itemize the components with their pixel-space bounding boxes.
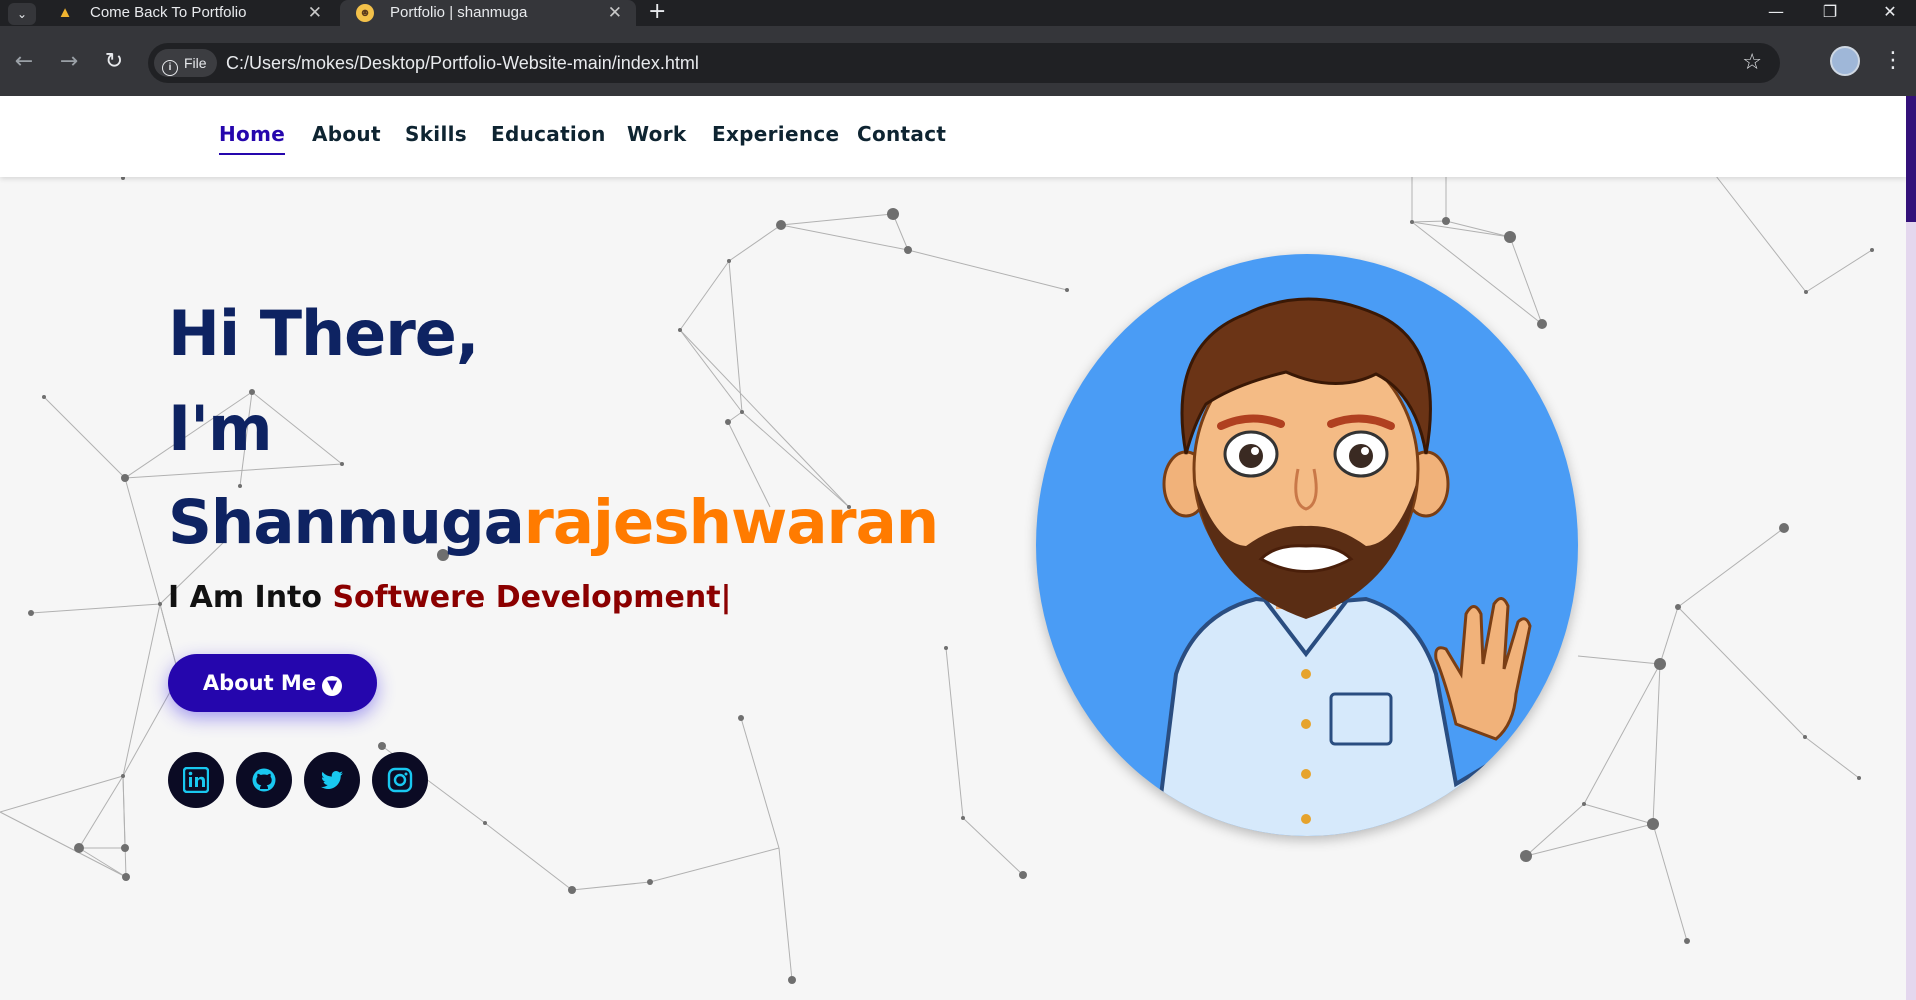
profile-avatar[interactable] bbox=[1830, 46, 1860, 76]
site-navbar: Home About Skills Education Work Experie… bbox=[0, 96, 1906, 177]
github-icon bbox=[252, 768, 276, 792]
file-chip-label: File bbox=[184, 55, 207, 71]
name-second: rajeshwaran bbox=[523, 487, 939, 558]
nav-link-work[interactable]: Work bbox=[627, 122, 686, 146]
about-me-button[interactable]: About Me ▼ bbox=[168, 654, 377, 712]
nav-link-education[interactable]: Education bbox=[491, 122, 606, 146]
tab-title: Come Back To Portfolio bbox=[90, 4, 247, 21]
browser-tab[interactable]: ▲ Come Back To Portfolio ✕ bbox=[40, 0, 336, 26]
role-prefix: I Am Into bbox=[168, 580, 322, 615]
page-scrollbar-thumb[interactable] bbox=[1906, 96, 1916, 222]
tab-search-chevron-icon[interactable]: ⌄ bbox=[8, 3, 36, 25]
greeting-heading: Hi There, bbox=[168, 297, 479, 370]
tab-title: Portfolio | shanmuga bbox=[390, 4, 528, 21]
page-viewport: Home About Skills Education Work Experie… bbox=[0, 96, 1906, 1000]
window-close-icon[interactable]: ✕ bbox=[1870, 0, 1910, 26]
browser-toolbar: ← → ↻ i File C:/Users/mokes/Desktop/Portf… bbox=[0, 26, 1916, 96]
instagram-button[interactable] bbox=[372, 752, 428, 808]
reload-icon[interactable]: ↻ bbox=[100, 48, 128, 76]
name-heading: Shanmugarajeshwaran bbox=[168, 487, 939, 558]
browser-menu-icon[interactable]: ⋮ bbox=[1882, 44, 1904, 78]
site-info-chip[interactable]: i File bbox=[154, 49, 217, 77]
linkedin-button[interactable] bbox=[168, 752, 224, 808]
tab-close-icon[interactable]: ✕ bbox=[308, 0, 322, 26]
linkedin-icon bbox=[183, 767, 209, 793]
nav-link-experience[interactable]: Experience bbox=[712, 122, 839, 146]
nav-link-home[interactable]: Home bbox=[219, 122, 286, 155]
greeting-im: I'm bbox=[168, 392, 273, 465]
restore-icon[interactable]: ❐ bbox=[1810, 0, 1850, 26]
new-tab-icon[interactable]: + bbox=[648, 0, 666, 24]
tab-close-icon[interactable]: ✕ bbox=[608, 0, 622, 26]
profile-avatar-illustration bbox=[1036, 254, 1578, 836]
github-button[interactable] bbox=[236, 752, 292, 808]
nav-link-skills[interactable]: Skills bbox=[405, 122, 467, 146]
nav-link-contact[interactable]: Contact bbox=[857, 122, 946, 146]
hero-section: Hi There, I'm Shanmugarajeshwaran I Am I… bbox=[0, 96, 1906, 1000]
twitter-icon bbox=[321, 771, 343, 789]
address-bar[interactable]: i File C:/Users/mokes/Desktop/Portfolio-W… bbox=[148, 43, 1780, 83]
info-icon: i bbox=[162, 60, 178, 76]
bitmoji-avatar-image bbox=[1153, 297, 1568, 836]
praying-hands-icon: ▲ bbox=[57, 4, 73, 21]
page-scrollbar-track[interactable] bbox=[1906, 96, 1916, 1000]
typed-role-line: I Am Into Softwere Development| bbox=[168, 580, 732, 615]
back-icon[interactable]: ← bbox=[10, 48, 38, 76]
typed-role-text: Softwere Development| bbox=[332, 580, 732, 615]
browser-tab-bar: ⌄ ▲ Come Back To Portfolio ✕ ☻ Portfolio… bbox=[0, 0, 1916, 26]
arrow-down-circle-icon: ▼ bbox=[322, 676, 343, 696]
about-me-label: About Me bbox=[202, 671, 317, 695]
avatar-favicon-icon: ☻ bbox=[356, 4, 374, 22]
instagram-icon bbox=[387, 767, 413, 793]
browser-tab-active[interactable]: ☻ Portfolio | shanmuga ✕ bbox=[340, 0, 636, 26]
forward-icon[interactable]: → bbox=[55, 48, 83, 76]
url-text[interactable]: C:/Users/mokes/Desktop/Portfolio-Website… bbox=[226, 43, 699, 83]
minimize-icon[interactable]: — bbox=[1756, 0, 1796, 26]
twitter-button[interactable] bbox=[304, 752, 360, 808]
bookmark-star-icon[interactable]: ☆ bbox=[1742, 43, 1762, 83]
nav-link-about[interactable]: About bbox=[312, 122, 381, 146]
name-first: Shanmuga bbox=[168, 487, 525, 558]
